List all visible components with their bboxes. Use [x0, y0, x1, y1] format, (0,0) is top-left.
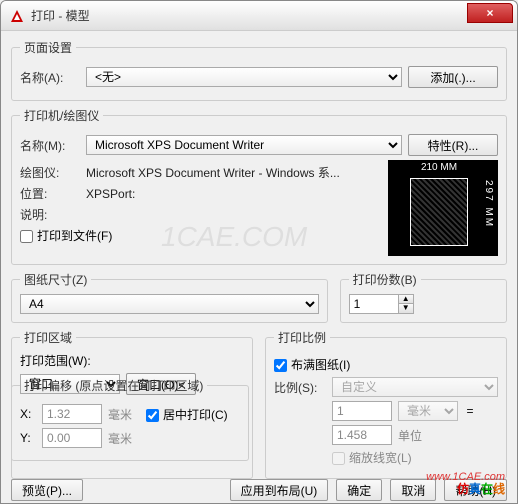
pagesetup-add-button[interactable]: 添加(.)... [408, 66, 498, 88]
print-scale-legend: 打印比例 [274, 329, 330, 346]
print-range-label: 打印范围(W): [20, 352, 244, 369]
paper-size-legend: 图纸尺寸(Z) [20, 271, 91, 288]
print-to-file-checkbox[interactable] [20, 230, 33, 243]
watermark-ch3: 在 [481, 482, 493, 496]
offset-x-unit: 毫米 [108, 406, 132, 423]
copies-group: 打印份数(B) ▲▼ [340, 271, 507, 323]
apply-layout-button[interactable]: 应用到布局(U) [230, 479, 329, 501]
print-to-file-text: 打印到文件(F) [37, 229, 112, 243]
print-offset-legend: 打印偏移 (原点设置在可打印区域) [20, 377, 207, 394]
center-print-checkbox[interactable] [146, 409, 159, 422]
plotter-label: 绘图仪: [20, 164, 80, 181]
scale-num-unit-select: 毫米 [398, 401, 458, 421]
scale-denominator-input [332, 425, 392, 445]
print-dialog: 打印 - 模型 × 页面设置 名称(A): <无> 添加(.)... 打印机/绘… [0, 0, 518, 504]
printer-group: 打印机/绘图仪 名称(M): Microsoft XPS Document Wr… [11, 107, 507, 265]
location-value: XPSPort: [86, 187, 135, 201]
offset-x-label: X: [20, 407, 36, 421]
plotter-value: Microsoft XPS Document Writer - Windows … [86, 164, 340, 181]
copies-input[interactable] [349, 294, 399, 314]
fit-to-paper-text: 布满图纸(I) [291, 358, 350, 372]
copies-legend: 打印份数(B) [349, 271, 421, 288]
print-area-legend: 打印区域 [20, 329, 76, 346]
description-label: 说明: [20, 206, 80, 223]
watermark-brand: 仿真在线 [457, 480, 505, 497]
paper-preview: 210 MM 297 MM [388, 160, 498, 256]
watermark-ch1: 仿 [457, 482, 469, 496]
titlebar: 打印 - 模型 × [1, 1, 517, 31]
printer-legend: 打印机/绘图仪 [20, 107, 103, 124]
copies-down-icon[interactable]: ▼ [399, 304, 413, 313]
scale-lineweights-checkbox [332, 452, 345, 465]
offset-y-unit: 毫米 [108, 430, 132, 447]
fit-to-paper-checkbox[interactable] [274, 359, 287, 372]
scale-select: 自定义 [332, 377, 498, 397]
printer-props-button[interactable]: 特性(R)... [408, 134, 498, 156]
printer-name-label: 名称(M): [20, 137, 80, 154]
location-label: 位置: [20, 185, 80, 202]
paper-preview-sheet [410, 178, 468, 246]
window-title: 打印 - 模型 [31, 7, 90, 24]
scale-label: 比例(S): [274, 379, 326, 396]
paper-preview-height: 297 MM [483, 180, 494, 228]
center-print-text: 居中打印(C) [163, 408, 228, 422]
scale-equals: = [464, 404, 476, 418]
pagesetup-name-select[interactable]: <无> [86, 67, 402, 87]
scale-lineweights-text: 缩放线宽(L) [349, 451, 412, 465]
autocad-icon [9, 8, 25, 24]
watermark-ch2: 真 [469, 482, 481, 496]
pagesetup-name-label: 名称(A): [20, 69, 80, 86]
print-to-file-label[interactable]: 打印到文件(F) [20, 227, 112, 244]
preview-button[interactable]: 预览(P)... [11, 479, 83, 501]
scale-lineweights-label: 缩放线宽(L) [332, 449, 412, 466]
offset-y-input [42, 428, 102, 448]
offset-y-label: Y: [20, 431, 36, 445]
page-setup-legend: 页面设置 [20, 39, 76, 56]
ok-button[interactable]: 确定 [336, 479, 382, 501]
page-setup-group: 页面设置 名称(A): <无> 添加(.)... [11, 39, 507, 101]
dialog-content: 页面设置 名称(A): <无> 添加(.)... 打印机/绘图仪 名称(M): … [1, 31, 517, 475]
watermark-ch4: 线 [493, 482, 505, 496]
scale-numerator-input [332, 401, 392, 421]
paper-size-select[interactable]: A4 [20, 294, 319, 314]
fit-to-paper-label[interactable]: 布满图纸(I) [274, 356, 350, 373]
close-icon: × [486, 6, 493, 20]
printer-name-select[interactable]: Microsoft XPS Document Writer [86, 135, 402, 155]
paper-size-group: 图纸尺寸(Z) A4 [11, 271, 328, 323]
close-button[interactable]: × [467, 3, 513, 23]
scale-den-unit: 单位 [398, 427, 422, 444]
paper-preview-width: 210 MM [406, 162, 472, 173]
center-print-label[interactable]: 居中打印(C) [146, 406, 228, 423]
copies-spinner[interactable]: ▲▼ [349, 294, 414, 314]
offset-x-input [42, 404, 102, 424]
print-scale-group: 打印比例 布满图纸(I) 比例(S): 自定义 毫米 = 单位 [265, 329, 507, 479]
